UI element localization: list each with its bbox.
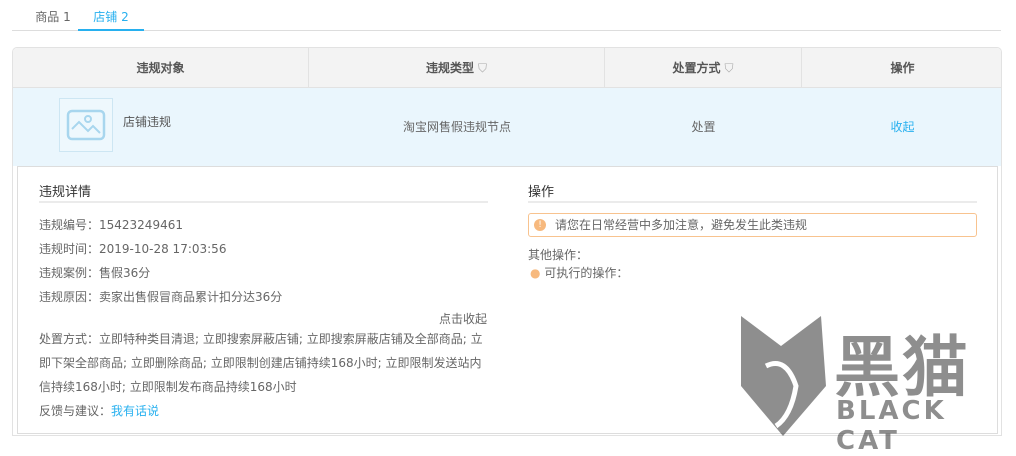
header-label: 操作: [890, 61, 915, 75]
warning-icon: !: [534, 219, 546, 231]
method-line: 信持续168小时; 立即限制发布商品持续168小时: [39, 380, 297, 394]
header-method: 处置方式 ⛉: [605, 48, 802, 88]
header-type: 违规类型 ⛉: [309, 48, 605, 88]
violation-time: 违规时间：2019-10-28 17:03:56: [39, 242, 227, 256]
notice-alert: ! 请您在日常经营中多加注意，避免发生此类违规: [528, 213, 977, 237]
violation-id: 违规编号：15423249461: [39, 218, 183, 232]
violation-object: 店铺违规: [123, 115, 172, 129]
filter-icon[interactable]: ⛉: [478, 48, 487, 88]
bullet-text: 可执行的操作：: [544, 266, 629, 280]
feedback-link[interactable]: 我有话说: [111, 404, 159, 418]
header-action: 操作: [802, 48, 1001, 88]
operations-title: 操作: [528, 185, 555, 200]
header-object: 违规对象: [13, 48, 309, 88]
alert-text: 请您在日常经营中多加注意，避免发生此类违规: [555, 218, 808, 232]
header-label: 违规对象: [136, 61, 185, 75]
violation-table: 违规对象 违规类型 ⛉ 处置方式 ⛉ 操作 店铺违规 淘宝网售假违规节点 处置 收起…: [12, 47, 1002, 436]
image-placeholder-icon: [59, 98, 113, 152]
feedback: 反馈与建议：我有话说: [39, 399, 159, 423]
method-line: 即下架全部商品; 立即删除商品; 立即限制创建店铺持续168小时; 立即限制发送…: [39, 356, 482, 370]
violation-reason: 违规原因：卖家出售假冒商品累计扣分达36分: [39, 290, 283, 304]
header-label: 处置方式: [672, 61, 721, 75]
tab-products[interactable]: 商品 1: [28, 8, 78, 31]
feedback-label: 反馈与建议：: [39, 404, 112, 418]
tab-bar: 商品 1 店铺 2: [12, 0, 1001, 31]
header-label: 违规类型: [425, 61, 474, 75]
operation-bullet: ● 可执行的操作：: [530, 261, 628, 285]
table-header: 违规对象 违规类型 ⛉ 处置方式 ⛉ 操作: [13, 48, 1001, 88]
tab-shop[interactable]: 店铺 2: [78, 8, 144, 31]
divider: [528, 201, 977, 203]
detail-panel: 违规详情 违规编号：15423249461 违规时间：2019-10-28 17…: [17, 166, 998, 434]
method-line: 处置方式：立即特种类目清退; 立即搜索屏蔽店铺; 立即搜索屏蔽店铺及全部商品; …: [39, 332, 483, 346]
collapse-button[interactable]: 收起: [802, 88, 1001, 166]
violation-type: 淘宝网售假违规节点: [402, 120, 511, 134]
table-row: 店铺违规 淘宝网售假违规节点 处置 收起: [13, 88, 1001, 166]
filter-icon[interactable]: ⛉: [725, 48, 734, 88]
divider: [39, 201, 488, 203]
detail-title: 违规详情: [39, 185, 92, 200]
disposal-method: 处置: [691, 120, 716, 134]
violation-case: 违规案例：售假36分: [39, 266, 151, 280]
bullet-icon: ●: [530, 266, 541, 280]
